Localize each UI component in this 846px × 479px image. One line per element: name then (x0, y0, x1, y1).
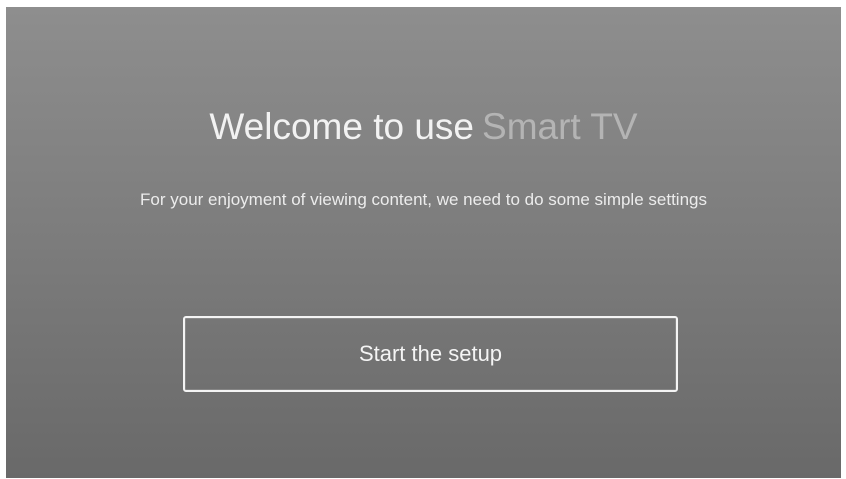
brand-name: Smart TV (482, 106, 638, 147)
welcome-title: Welcome to use Smart TV (6, 105, 841, 149)
welcome-subtitle: For your enjoyment of viewing content, w… (140, 190, 707, 209)
start-setup-button[interactable]: Start the setup (183, 316, 678, 392)
start-setup-label: Start the setup (358, 341, 503, 366)
welcome-screen: Welcome to use Smart TV For your enjoymen… (6, 7, 841, 478)
welcome-title-prefix: Welcome to use (209, 106, 475, 147)
